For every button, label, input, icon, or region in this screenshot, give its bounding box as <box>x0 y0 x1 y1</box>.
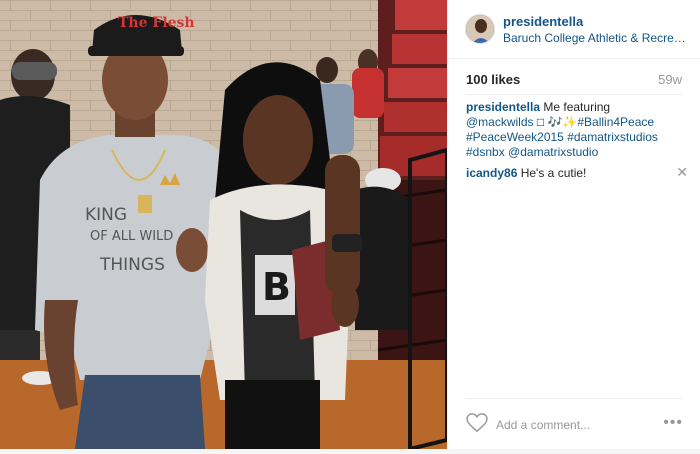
caption-hashtag[interactable]: #Ballin4Peace <box>577 115 654 129</box>
post-photo[interactable]: The Flesh KING OF ALL WILD THINGS B <box>0 0 447 449</box>
post-details-panel: presidentella Baruch College Athletic & … <box>447 0 700 449</box>
avatar-image <box>466 15 494 43</box>
comment-item: icandy86 He's a cutie! ✕ <box>466 165 688 181</box>
post-footer: Add a comment... ••• <box>466 398 683 450</box>
comments-list: presidentella Me featuring @mackwilds □ … <box>466 100 688 187</box>
svg-text:The Flesh: The Flesh <box>118 15 195 31</box>
caption-emoji: □ 🎶✨ <box>536 115 578 129</box>
instagram-post: The Flesh KING OF ALL WILD THINGS B pres… <box>0 0 700 454</box>
close-icon[interactable]: ✕ <box>676 165 688 180</box>
divider <box>466 94 683 95</box>
svg-text:OF ALL WILD: OF ALL WILD <box>90 229 173 244</box>
post-location[interactable]: Baruch College Athletic & Recreation Cen… <box>503 31 688 45</box>
likes-count[interactable]: 100 likes <box>466 72 520 87</box>
post-header: presidentella Baruch College Athletic & … <box>448 0 700 59</box>
post-username[interactable]: presidentella <box>503 14 583 29</box>
caption-mention[interactable]: @damatrixstudio <box>508 145 598 159</box>
heart-icon-shape <box>466 413 488 433</box>
add-comment-input[interactable]: Add a comment... <box>496 418 590 432</box>
svg-text:B: B <box>262 265 291 309</box>
post-age[interactable]: 59w <box>658 72 682 87</box>
svg-text:KING: KING <box>85 205 127 225</box>
caption-hashtag[interactable]: #PeaceWeek2015 <box>466 130 564 144</box>
heart-icon[interactable] <box>466 413 488 438</box>
bottom-edge <box>0 449 700 454</box>
comment-username[interactable]: icandy86 <box>466 166 517 180</box>
caption-hashtag[interactable]: #dsnbx <box>466 145 505 159</box>
more-options-icon[interactable]: ••• <box>663 414 683 432</box>
comment-text: He's a cutie! <box>520 166 587 180</box>
photo-illustration: The Flesh KING OF ALL WILD THINGS B <box>0 0 447 449</box>
avatar[interactable] <box>465 14 495 44</box>
caption-mention[interactable]: @mackwilds <box>466 115 534 129</box>
caption-hashtag[interactable]: #damatrixstudios <box>567 130 658 144</box>
caption-username[interactable]: presidentella <box>466 100 540 114</box>
caption-text: Me featuring <box>543 100 611 114</box>
caption: presidentella Me featuring @mackwilds □ … <box>466 100 688 160</box>
svg-text:THINGS: THINGS <box>99 255 165 275</box>
